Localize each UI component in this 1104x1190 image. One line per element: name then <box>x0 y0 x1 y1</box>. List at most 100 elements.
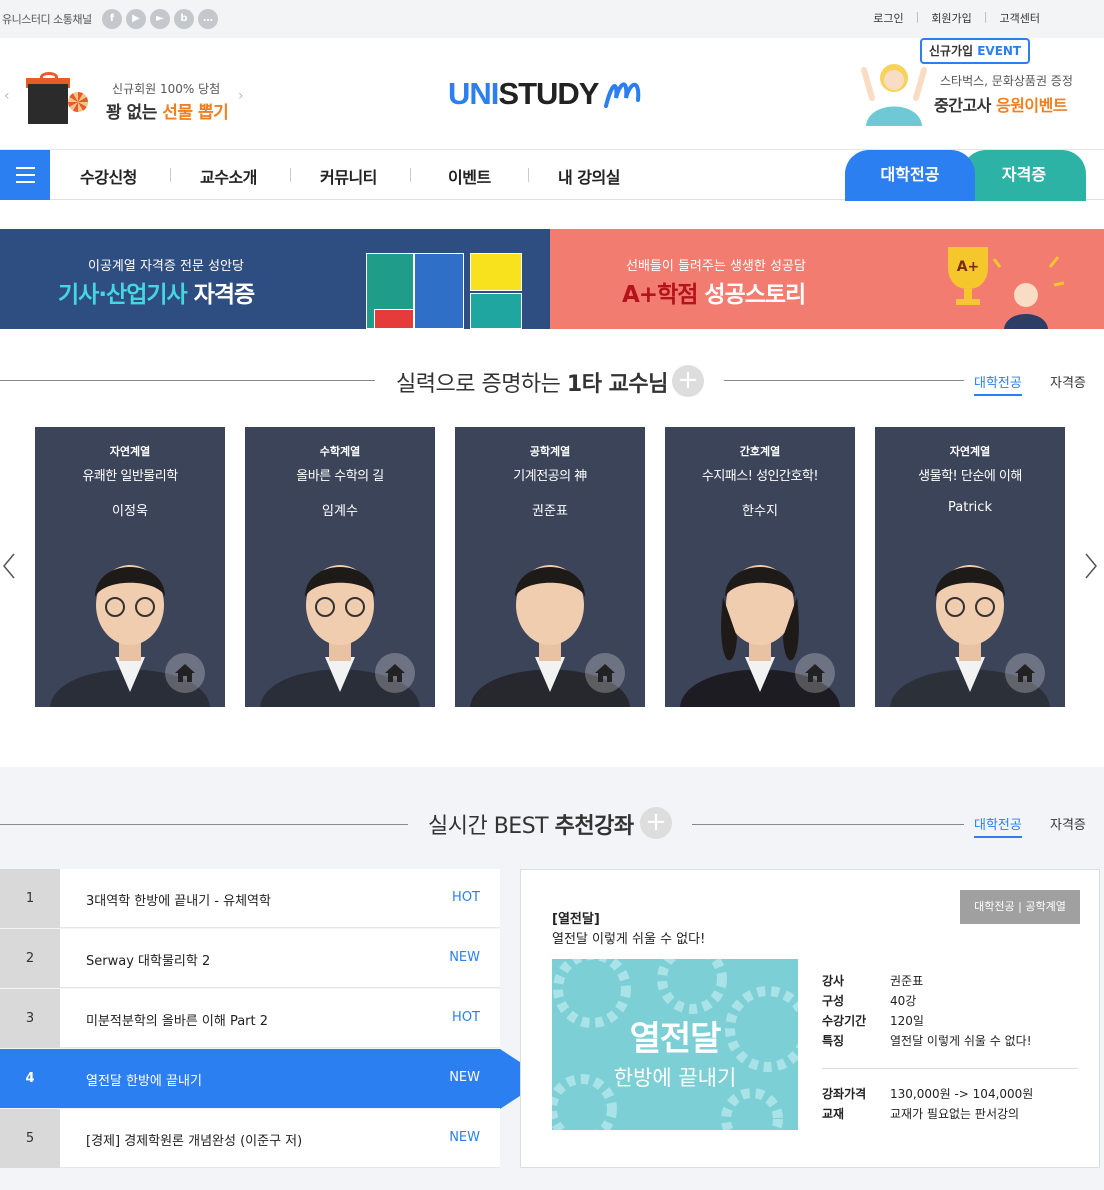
tab-best-major[interactable]: 대학전공 <box>974 814 1022 838</box>
logo[interactable]: UNISTUDY <box>448 76 642 112</box>
thumbnail-title: 열전달 <box>629 1019 722 1059</box>
info-value: 열전달 이렇게 쉬울 수 없다! <box>890 1034 1032 1048</box>
rank-number: 4 <box>0 1049 60 1108</box>
professor-card[interactable]: 수학계열 올바른 수학의 길 임계수 <box>245 427 435 707</box>
book-covers-image <box>366 253 522 329</box>
main-nav: 수강신청 교수소개 커뮤니티 이벤트 내 강의실 자격증 대학전공 <box>0 150 1104 201</box>
blog-icon[interactable]: b <box>174 9 194 29</box>
info-label: 교재 <box>822 1107 845 1121</box>
home-button[interactable] <box>165 653 205 693</box>
chevron-right-icon[interactable]: › <box>238 88 244 104</box>
ranking-row[interactable]: 4 열전달 한방에 끝내기 NEW <box>0 1049 500 1108</box>
home-icon <box>595 664 615 682</box>
professor-card[interactable]: 공학계열 기계전공의 神 권준표 <box>455 427 645 707</box>
professor-category: 자연계열 <box>109 445 151 458</box>
lecture-description: 열전달 이렇게 쉬울 수 없다! <box>552 932 706 947</box>
login-link[interactable]: 로그인 <box>861 10 915 26</box>
chevron-left-icon[interactable] <box>2 552 16 580</box>
rank-number: 5 <box>0 1109 60 1168</box>
professor-card[interactable]: 간호계열 수지패스! 성인간호학! 한수지 <box>665 427 855 707</box>
professor-category: 간호계열 <box>739 445 781 458</box>
category-badge: 대학전공 | 공학계열 <box>960 890 1080 924</box>
home-button[interactable] <box>375 653 415 693</box>
customer-center-link[interactable]: 고객센터 <box>988 10 1052 26</box>
rank-number: 2 <box>0 929 60 988</box>
status-badge: NEW <box>449 1130 480 1145</box>
event-subtitle[interactable]: 스타벅스, 문화상품권 증정 <box>940 72 1073 89</box>
home-button[interactable] <box>795 653 835 693</box>
lecture-detail-panel: 대학전공 | 공학계열 [열전달] 열전달 이렇게 쉬울 수 없다! 열전달 한… <box>520 869 1100 1168</box>
tab-professors-certificate[interactable]: 자격증 <box>1050 372 1086 391</box>
info-label: 구성 <box>822 994 845 1008</box>
tab-university-major[interactable]: 대학전공 <box>845 150 975 201</box>
info-label: 강사 <box>822 974 845 988</box>
nav-item-enroll[interactable]: 수강신청 <box>80 164 137 188</box>
facebook-icon[interactable]: f <box>102 9 122 29</box>
banner-subtitle: 선배들이 들려주는 생생한 성공담 <box>626 259 806 274</box>
plus-icon[interactable]: + <box>672 365 704 397</box>
nav-item-event[interactable]: 이벤트 <box>448 164 491 188</box>
promo-subtitle[interactable]: 신규회원 100% 당첨 <box>112 80 220 97</box>
status-badge: NEW <box>449 950 480 965</box>
event-tag[interactable]: 신규가입 EVENT <box>920 38 1030 64</box>
menu-icon[interactable] <box>0 150 50 200</box>
professor-course: 유쾌한 일반물리학 <box>82 469 178 484</box>
ranking-row[interactable]: 3 미분적분학의 올바른 이해 Part 2 HOT <box>0 989 500 1048</box>
home-button[interactable] <box>585 653 625 693</box>
info-value: 120일 <box>890 1014 924 1028</box>
status-badge: HOT <box>452 890 480 905</box>
rank-number: 3 <box>0 989 60 1048</box>
nav-item-my-classroom[interactable]: 내 강의실 <box>558 164 620 188</box>
professor-name: Patrick <box>948 500 992 515</box>
professor-course: 생물학! 단순에 이해 <box>918 469 1022 484</box>
nav-item-community[interactable]: 커뮤니티 <box>320 164 377 188</box>
success-story-banner[interactable]: 선배들이 들려주는 생생한 성공담 A+학점 성공스토리 A+ <box>550 229 1104 329</box>
tab-certificate[interactable]: 자격증 <box>962 150 1086 201</box>
certificate-banner[interactable]: 이공계열 자격증 전문 성안당 기사·산업기사 자격증 <box>0 229 550 329</box>
professor-category: 수학계열 <box>319 445 361 458</box>
professor-category: 공학계열 <box>529 445 571 458</box>
thumbnail-subtitle: 한방에 끝내기 <box>613 1066 737 1090</box>
ranking-row[interactable]: 2 Serway 대학물리학 2 NEW <box>0 929 500 988</box>
top-links: 로그인 | 회원가입 | 고객센터 <box>861 10 1052 26</box>
banner-title: A+학점 성공스토리 <box>622 282 806 308</box>
professor-card[interactable]: 자연계열 유쾌한 일반물리학 이정욱 <box>35 427 225 707</box>
info-value: 130,000원 -> 104,000원 <box>890 1087 1034 1101</box>
play-icon[interactable]: ► <box>150 9 170 29</box>
info-value: 교재가 필요없는 판서강의 <box>890 1107 1020 1121</box>
section-title-professors: 실력으로 증명하는 1타 교수님 <box>396 372 668 397</box>
tab-professors-major[interactable]: 대학전공 <box>974 372 1022 396</box>
plus-icon[interactable]: + <box>640 807 672 839</box>
ranking-row[interactable]: 5 [경제] 경제학원론 개념완성 (이준구 저) NEW <box>0 1109 500 1168</box>
event-title[interactable]: 중간고사 응원이벤트 <box>934 92 1068 116</box>
home-icon <box>175 664 195 682</box>
lecture-title: [경제] 경제학원론 개념완성 (이준구 저) <box>86 1134 303 1149</box>
signup-link[interactable]: 회원가입 <box>919 10 983 26</box>
lecture-thumbnail[interactable]: 열전달 한방에 끝내기 <box>552 959 798 1130</box>
ranking-row[interactable]: 1 3대역학 한방에 끝내기 - 유체역학 HOT <box>0 869 500 928</box>
lecture-title: Serway 대학물리학 2 <box>86 954 211 969</box>
professor-course: 기계전공의 神 <box>513 469 587 484</box>
gift-icon <box>26 72 88 124</box>
lecture-title: 3대역학 한방에 끝내기 - 유체역학 <box>86 894 271 909</box>
status-badge: NEW <box>449 1070 480 1085</box>
header: ‹ 신규회원 100% 당첨 꽝 없는 선물 뽑기 › UNISTUDY 신규가… <box>0 38 1104 150</box>
youtube-icon[interactable]: ▶ <box>126 9 146 29</box>
talk-icon[interactable]: … <box>198 9 218 29</box>
nav-item-professors[interactable]: 교수소개 <box>200 164 257 188</box>
info-label: 특징 <box>822 1034 845 1048</box>
professor-card[interactable]: 자연계열 생물학! 단순에 이해 Patrick <box>875 427 1065 707</box>
tab-best-certificate[interactable]: 자격증 <box>1050 814 1086 833</box>
chevron-left-icon[interactable]: ‹ <box>4 88 10 104</box>
chevron-right-icon[interactable] <box>1084 552 1098 580</box>
info-label: 강좌가격 <box>822 1087 867 1101</box>
promo-title[interactable]: 꽝 없는 선물 뽑기 <box>106 98 229 123</box>
info-value: 권준표 <box>890 974 924 988</box>
section-title-best: 실시간 BEST 추천강좌 <box>428 814 634 839</box>
home-icon <box>1015 664 1035 682</box>
home-icon <box>385 664 405 682</box>
svg-text:A+: A+ <box>957 259 980 275</box>
home-button[interactable] <box>1005 653 1045 693</box>
top-bar: 유니스터디 소통채널 f ▶ ► b … 로그인 | 회원가입 | 고객센터 <box>0 0 1104 38</box>
banner-subtitle: 이공계열 자격증 전문 성안당 <box>88 259 244 274</box>
